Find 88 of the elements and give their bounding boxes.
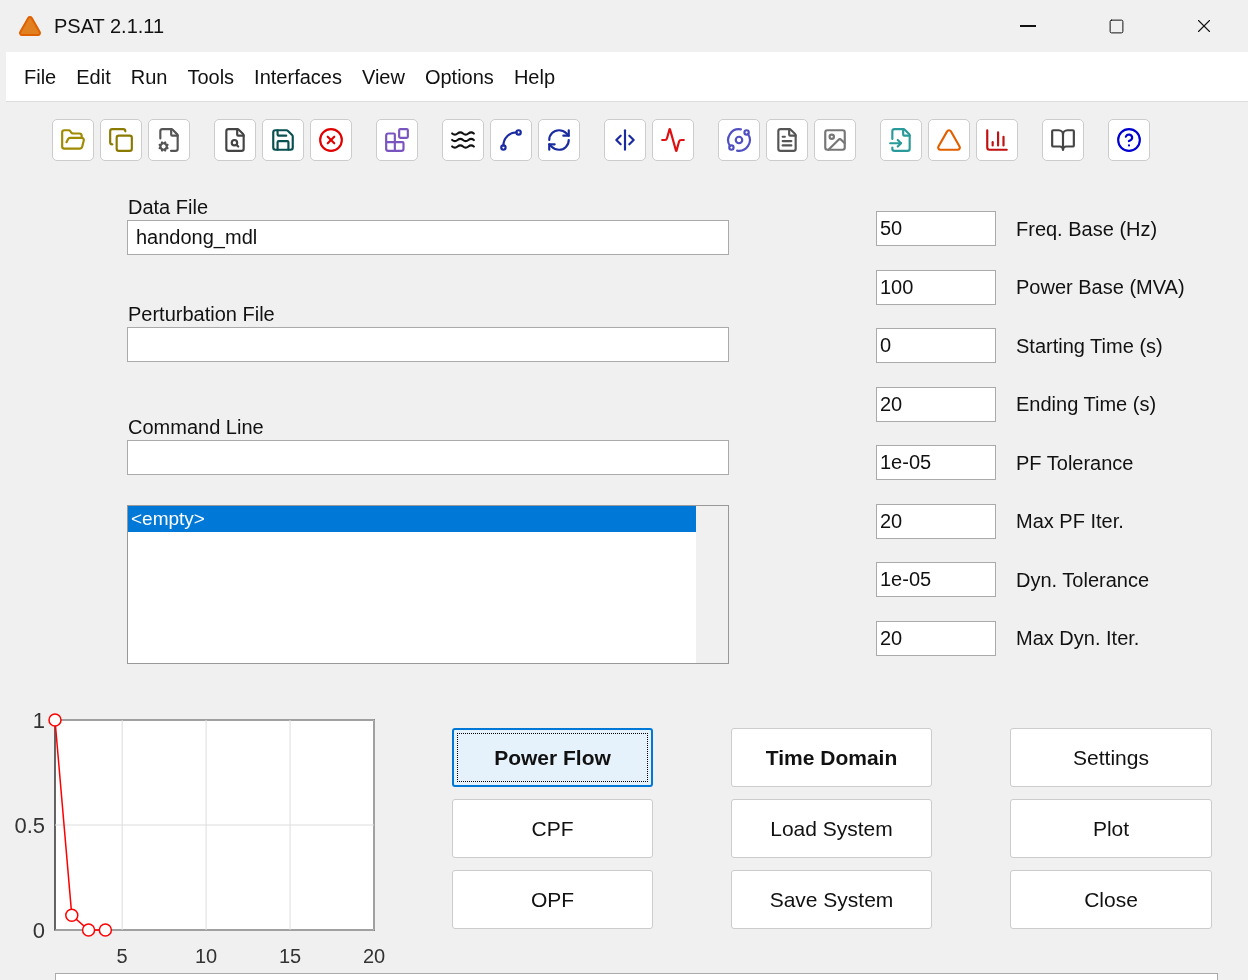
menu-item[interactable]: Run bbox=[122, 61, 176, 92]
toolbar-button[interactable] bbox=[766, 119, 808, 161]
toolbar-button[interactable] bbox=[538, 119, 580, 161]
data-point bbox=[65, 908, 79, 923]
folder-icon bbox=[60, 127, 86, 153]
circle-nodes-icon bbox=[726, 127, 752, 153]
import-file-icon bbox=[888, 127, 914, 153]
app-icon bbox=[18, 14, 42, 38]
action-button[interactable]: CPF bbox=[452, 799, 653, 858]
setting-label: PF Tolerance bbox=[1016, 450, 1134, 476]
cycle-arrows-icon bbox=[546, 127, 572, 153]
setting-field[interactable]: 0 bbox=[876, 328, 996, 363]
text-field[interactable]: handong_mdl bbox=[127, 220, 729, 255]
setting-field[interactable]: 20 bbox=[876, 503, 996, 539]
menu-item[interactable]: Tools bbox=[179, 61, 243, 92]
action-button[interactable]: Power Flow bbox=[452, 728, 653, 787]
y-tick-label: 0 bbox=[32, 918, 45, 943]
setting-label: Starting Time (s) bbox=[1016, 333, 1163, 359]
toolbar-button[interactable] bbox=[214, 119, 256, 161]
scrollbar[interactable] bbox=[696, 506, 728, 663]
x-tick-label: 20 bbox=[362, 945, 386, 967]
action-button[interactable]: Close bbox=[1010, 870, 1212, 929]
menu-item[interactable]: Edit bbox=[68, 61, 119, 92]
window-title: PSAT 2.1.11 bbox=[54, 14, 165, 39]
text-field[interactable] bbox=[127, 440, 729, 475]
menu-item[interactable]: Options bbox=[416, 61, 502, 92]
field-label: Data File bbox=[127, 195, 210, 220]
field-label: Command Line bbox=[127, 415, 265, 440]
setting-label: Max PF Iter. bbox=[1016, 509, 1124, 534]
toolbar-button[interactable] bbox=[718, 119, 760, 161]
setting-label: Freq. Base (Hz) bbox=[1016, 216, 1158, 242]
setting-field[interactable]: 1e-05 bbox=[876, 445, 996, 480]
action-button[interactable]: Time Domain bbox=[731, 728, 932, 787]
setting-field[interactable]: 20 bbox=[876, 620, 996, 656]
x-tick-label: 5 bbox=[116, 945, 128, 967]
setting-label: Power Base (MVA) bbox=[1016, 275, 1185, 300]
setting-field[interactable]: 100 bbox=[876, 269, 996, 305]
save-icon bbox=[270, 127, 296, 153]
split-line-icon bbox=[612, 127, 638, 153]
menu-item[interactable]: File bbox=[16, 61, 65, 92]
data-point bbox=[48, 713, 62, 727]
book-icon bbox=[1050, 127, 1076, 153]
maximize-icon bbox=[1107, 17, 1125, 35]
x-tick-label: 15 bbox=[278, 945, 302, 967]
x-tick-label: 10 bbox=[195, 945, 218, 967]
file-gear-icon bbox=[156, 127, 182, 153]
setting-label: Max Dyn. Iter. bbox=[1016, 626, 1140, 651]
menu-item[interactable]: View bbox=[353, 61, 413, 92]
curve-icon bbox=[498, 127, 524, 153]
toolbar-button[interactable] bbox=[442, 119, 484, 161]
blocks-icon bbox=[384, 127, 410, 153]
data-point bbox=[81, 923, 96, 937]
bar-chart-icon bbox=[984, 127, 1010, 153]
toolbar-button[interactable] bbox=[1108, 119, 1150, 161]
close-icon bbox=[318, 127, 344, 153]
setting-field[interactable]: 20 bbox=[876, 386, 996, 422]
signal-plot-icon bbox=[660, 127, 686, 153]
data-point bbox=[98, 923, 113, 937]
action-button[interactable]: Settings bbox=[1010, 728, 1212, 787]
toolbar-button[interactable] bbox=[262, 119, 304, 161]
action-button[interactable]: Plot bbox=[1010, 799, 1212, 858]
search-file-icon bbox=[222, 127, 248, 153]
list-box[interactable]: <empty> bbox=[127, 505, 729, 664]
toolbar-button[interactable] bbox=[490, 119, 532, 161]
peak-icon bbox=[936, 127, 962, 153]
field-label: Perturbation File bbox=[127, 302, 276, 327]
toolbar-button[interactable] bbox=[604, 119, 646, 161]
action-button[interactable]: Load System bbox=[731, 799, 932, 858]
help-icon bbox=[1116, 127, 1142, 153]
list-item[interactable]: <empty> bbox=[128, 506, 696, 532]
setting-field[interactable]: 50 bbox=[876, 211, 996, 246]
setting-label: Ending Time (s) bbox=[1016, 392, 1157, 417]
toolbar-button[interactable] bbox=[976, 119, 1018, 161]
minimize-icon bbox=[1020, 25, 1036, 27]
setting-field[interactable]: 1e-05 bbox=[876, 562, 996, 597]
setting-label: Dyn. Tolerance bbox=[1016, 567, 1150, 593]
text-field[interactable] bbox=[127, 327, 729, 362]
y-tick-label: 0.5 bbox=[14, 813, 45, 838]
document-icon bbox=[774, 127, 800, 153]
action-button[interactable]: OPF bbox=[452, 870, 653, 929]
landscape-icon bbox=[822, 127, 848, 153]
copy-icon bbox=[108, 127, 134, 153]
action-button[interactable]: Save System bbox=[731, 870, 932, 929]
y-tick-label: 1 bbox=[32, 709, 45, 733]
menu-item[interactable]: Interfaces bbox=[246, 61, 350, 92]
toolbar-button[interactable] bbox=[1042, 119, 1084, 161]
toolbar-button[interactable] bbox=[148, 119, 190, 161]
menu-item[interactable]: Help bbox=[505, 61, 563, 92]
